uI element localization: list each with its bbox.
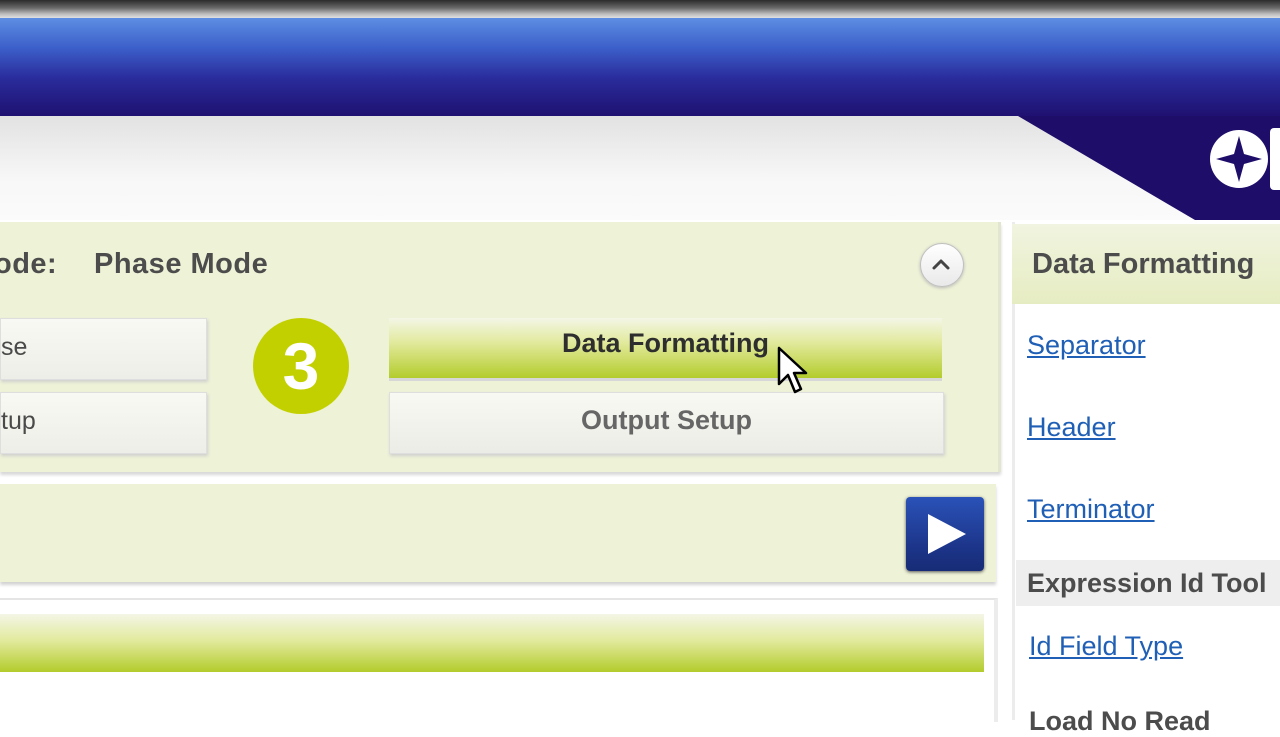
tab-data-formatting[interactable]: Data Formatting xyxy=(389,318,942,381)
id-field-type-link[interactable]: Id Field Type xyxy=(1029,631,1183,662)
terminator-link[interactable]: Terminator xyxy=(1027,494,1155,525)
tab-data-formatting-label: Data Formatting xyxy=(561,328,769,358)
next-section-label: Load No Read xyxy=(1029,706,1211,736)
collapse-button[interactable] xyxy=(920,243,964,287)
window-top-edge xyxy=(0,0,1280,20)
navigation-panel xyxy=(0,484,996,582)
setup-button[interactable]: tup xyxy=(0,392,207,454)
header-link[interactable]: Header xyxy=(1027,412,1116,443)
right-panel-title: Data Formatting xyxy=(1032,248,1255,280)
chevron-up-icon xyxy=(932,259,950,270)
tab-output-setup-label: Output Setup xyxy=(581,405,752,435)
section-title: Expression Id Tool xyxy=(1027,568,1267,598)
next-button[interactable] xyxy=(906,497,984,571)
phase-button[interactable]: se xyxy=(0,318,207,380)
mode-value: Phase Mode xyxy=(94,248,269,280)
app-banner xyxy=(0,18,1280,118)
phase-button-label: se xyxy=(1,333,28,361)
tab-output-setup[interactable]: Output Setup xyxy=(389,392,944,454)
setup-button-label: tup xyxy=(1,407,36,435)
logo-text-cut xyxy=(1270,128,1280,190)
mouse-pointer-icon xyxy=(777,346,809,403)
separator-link[interactable]: Separator xyxy=(1027,330,1146,361)
step-badge: 3 xyxy=(253,318,349,414)
mode-label: ode: xyxy=(0,248,58,280)
play-icon xyxy=(928,514,966,554)
star-logo-icon xyxy=(1208,128,1270,190)
content-header-bar xyxy=(0,614,984,672)
